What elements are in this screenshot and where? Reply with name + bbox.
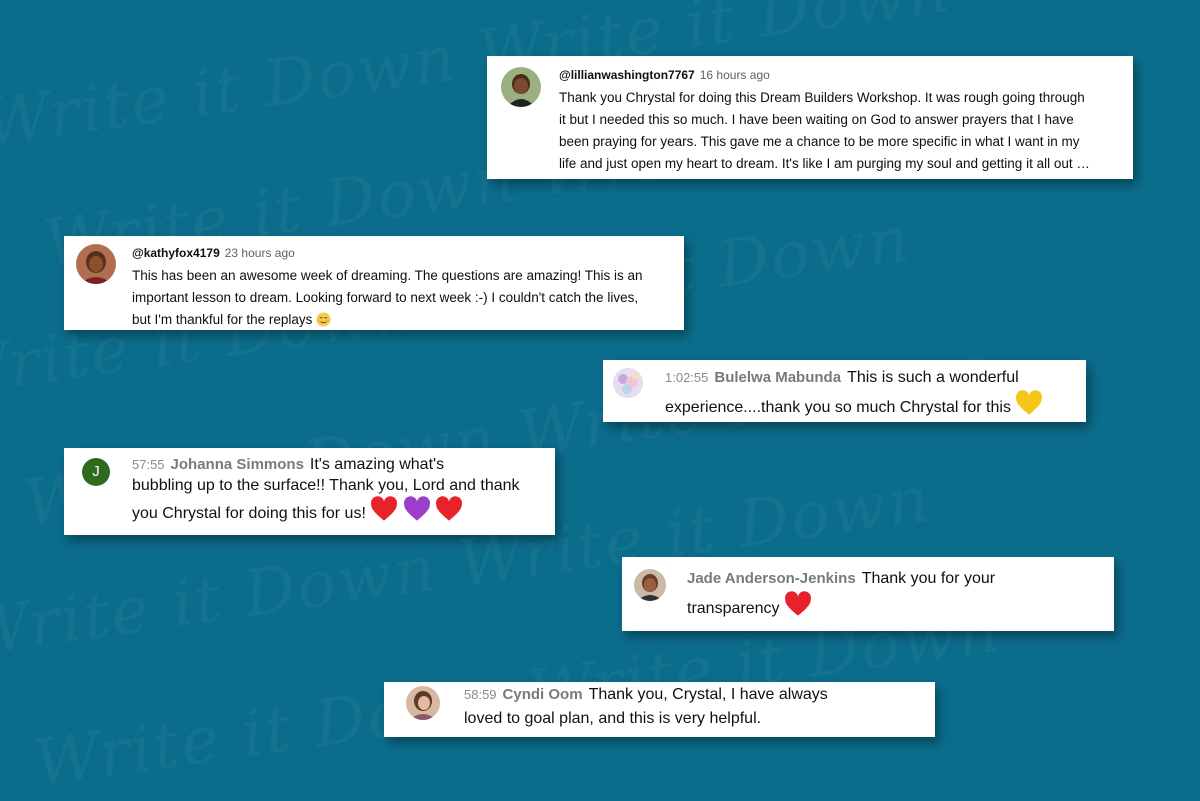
chat-text: 57:55 Johanna Simmons It's amazing what's …: [132, 454, 520, 528]
chat-message: This is such a wonderful: [847, 369, 1019, 386]
chat-card: 58:59 Cyndi Oom Thank you, Crystal, I have…: [384, 682, 935, 737]
chat-text: 1:02:55 Bulelwa Mabunda This is such a won…: [665, 366, 1043, 424]
chat-card: J 57:55 Johanna Simmons It's amazing what'…: [64, 448, 555, 535]
comment-header: @kathyfox4179 23 hours ago: [132, 246, 295, 260]
comment-header: @lillianwashington7767 16 hours ago: [559, 68, 770, 82]
chat-text: 58:59 Cyndi Oom Thank you, Crystal, I have…: [464, 683, 828, 731]
comment-line: life and just open my heart to dream. It…: [559, 156, 1090, 171]
comment-line: This has been an awesome week of dreamin…: [132, 268, 643, 283]
comment-text: This has been an awesome week of dreamin…: [132, 265, 643, 334]
chat-time: 1:02:55: [665, 370, 709, 385]
chat-message: transparency: [687, 600, 780, 617]
chat-author[interactable]: Jade Anderson-Jenkins: [687, 570, 856, 587]
chat-author[interactable]: Cyndi Oom: [503, 686, 583, 703]
chat-message: It's amazing what's: [309, 456, 445, 473]
avatar: [406, 686, 440, 720]
comment-time[interactable]: 16 hours ago: [700, 68, 770, 82]
avatar: [613, 368, 643, 398]
chat-message: you Chrystal for doing this for us!: [132, 505, 366, 522]
red-heart-icon: [435, 496, 463, 528]
chat-message: bubbling up to the surface!! Thank you, …: [132, 477, 520, 494]
avatar: J: [82, 458, 110, 486]
comment-line: but I'm thankful for the replays: [132, 309, 643, 334]
comment-line: important lesson to dream. Looking forwa…: [132, 290, 639, 305]
comment-line: it but I needed this so much. I have bee…: [559, 112, 1074, 127]
relieved-face-icon: [316, 312, 331, 334]
red-heart-icon: [784, 591, 812, 625]
red-heart-icon: [370, 496, 398, 528]
comment-line-text: but I'm thankful for the replays: [132, 312, 313, 327]
comment-handle[interactable]: @kathyfox4179: [132, 246, 220, 260]
chat-text: Jade Anderson-Jenkins Thank you for your …: [687, 567, 995, 625]
chat-message: Thank you, Crystal, I have always: [588, 686, 828, 703]
chat-message: experience....thank you so much Chrystal…: [665, 399, 1011, 416]
comment-time[interactable]: 23 hours ago: [225, 246, 295, 260]
chat-message: loved to goal plan, and this is very hel…: [464, 710, 762, 727]
avatar: [76, 244, 116, 284]
comment-text: Thank you Chrystal for doing this Dream …: [559, 87, 1090, 175]
chat-message: Thank you for your: [861, 570, 996, 587]
purple-heart-icon: [403, 496, 431, 528]
comment-line: been praying for years. This gave me a c…: [559, 134, 1080, 149]
chat-time: 58:59: [464, 687, 497, 702]
comment-line: Thank you Chrystal for doing this Dream …: [559, 90, 1085, 105]
comment-card: @lillianwashington7767 16 hours ago Thank…: [487, 56, 1133, 179]
comment-card: @kathyfox4179 23 hours ago This has been …: [64, 236, 684, 330]
yellow-heart-icon: [1015, 390, 1043, 424]
avatar: [501, 67, 541, 107]
chat-author[interactable]: Bulelwa Mabunda: [714, 369, 841, 386]
avatar-letter: J: [92, 463, 100, 480]
comment-handle[interactable]: @lillianwashington7767: [559, 68, 695, 82]
chat-author[interactable]: Johanna Simmons: [171, 456, 304, 473]
chat-time: 57:55: [132, 457, 165, 472]
chat-card: 1:02:55 Bulelwa Mabunda This is such a won…: [603, 360, 1086, 422]
chat-card: Jade Anderson-Jenkins Thank you for your …: [622, 557, 1114, 631]
avatar: [634, 569, 666, 601]
